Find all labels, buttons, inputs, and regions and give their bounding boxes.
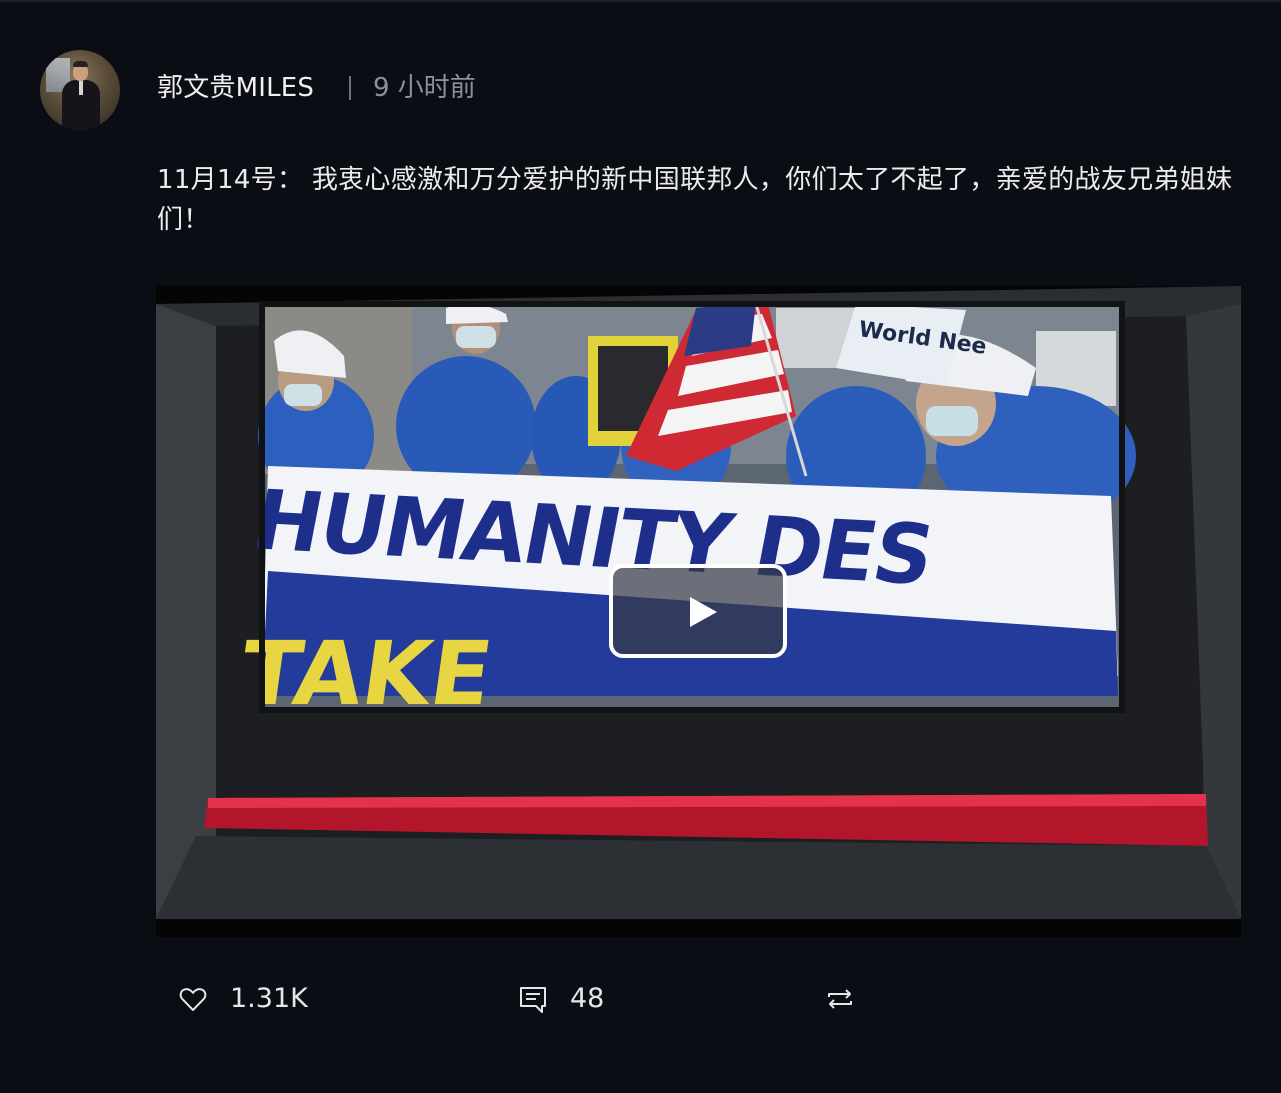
author-name[interactable]: 郭文贵MILES — [157, 70, 314, 106]
comment-count: 48 — [570, 983, 605, 1014]
heart-icon — [179, 988, 207, 1011]
like-button[interactable]: 1.31K — [178, 980, 308, 1018]
header-separator — [349, 76, 351, 100]
avatar-hair — [73, 61, 88, 67]
comment-button[interactable]: 48 — [518, 980, 604, 1018]
post-card: 郭文贵MILES 9 小时前 11月14号： 我衷心感激和万分爱护的新中国联邦人… — [0, 0, 1281, 1093]
avatar[interactable] — [40, 50, 120, 130]
post-text: 11月14号： 我衷心感激和万分爱护的新中国联邦人，你们太了不起了，亲爱的战友兄… — [157, 165, 1233, 235]
like-count: 1.31K — [230, 983, 308, 1014]
video-player[interactable]: World Nee HUMANITY DES TAKE — [156, 286, 1241, 937]
repost-button[interactable] — [825, 980, 855, 1018]
repost-icon — [828, 989, 852, 1009]
avatar-tie — [79, 81, 83, 95]
play-icon — [690, 597, 717, 627]
post-timestamp: 9 小时前 — [373, 73, 476, 103]
comment-icon — [520, 987, 546, 1013]
play-button[interactable] — [609, 564, 787, 658]
